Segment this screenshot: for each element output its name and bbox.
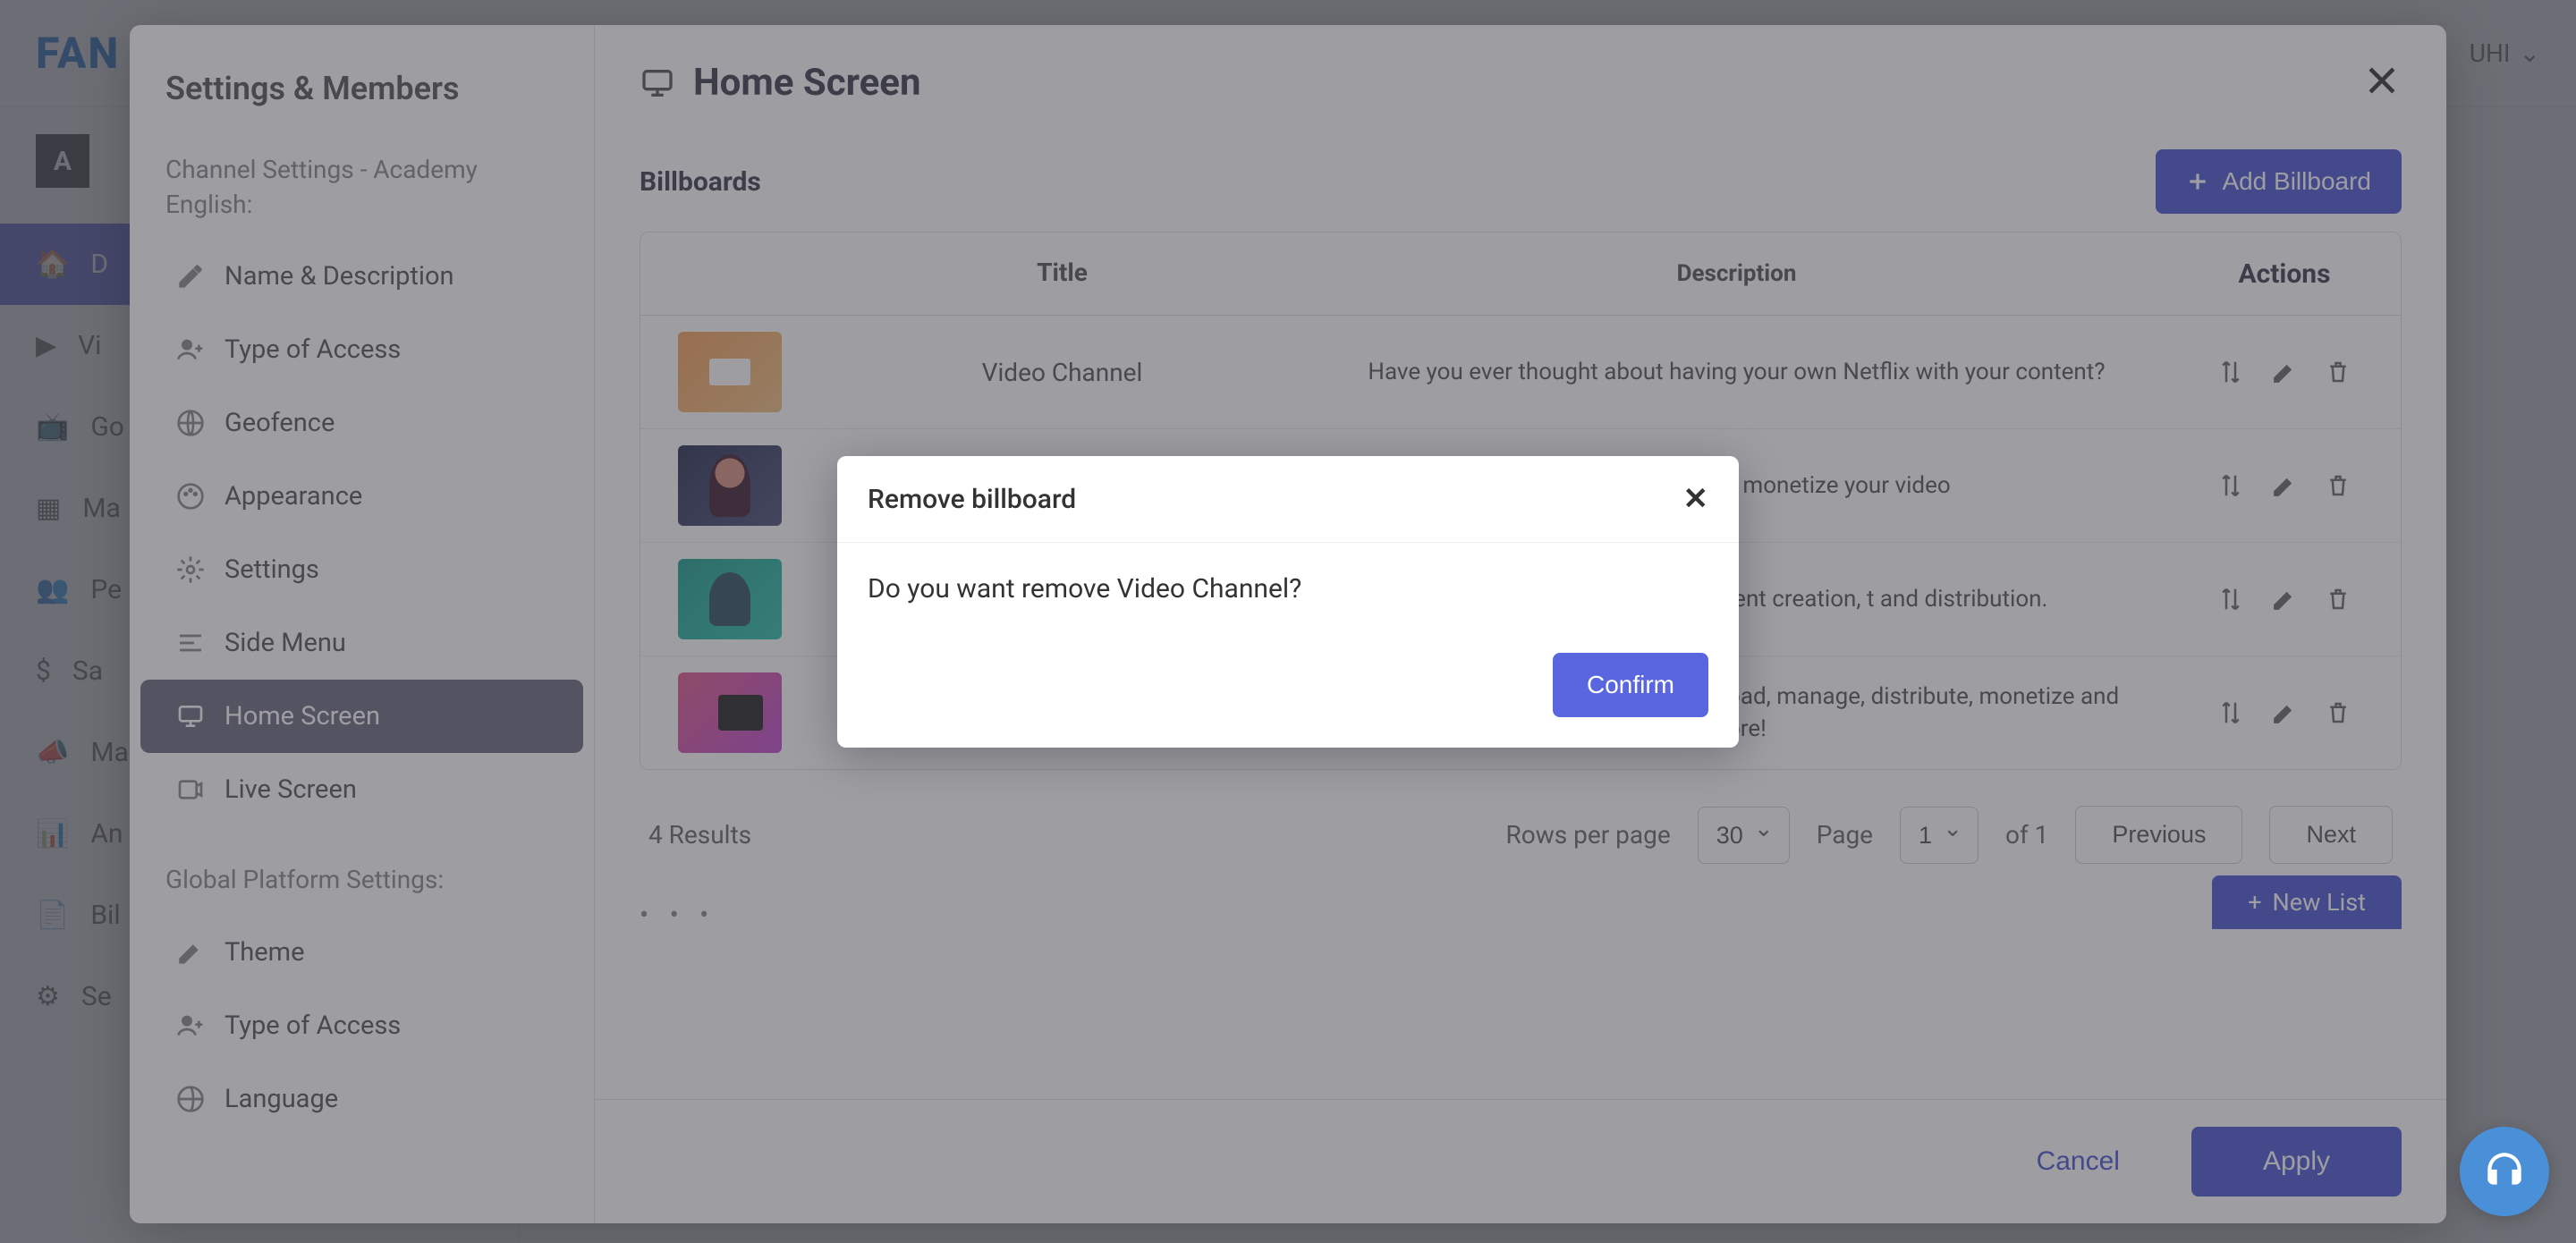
confirm-close-button[interactable]: ✕ xyxy=(1683,481,1709,517)
confirm-button[interactable]: Confirm xyxy=(1553,653,1708,717)
confirm-header: Remove billboard ✕ xyxy=(837,456,1739,543)
headset-icon xyxy=(2482,1149,2527,1194)
confirm-body: Do you want remove Video Channel? xyxy=(837,543,1739,635)
confirm-modal: Remove billboard ✕ Do you want remove Vi… xyxy=(837,456,1739,748)
confirm-footer: Confirm xyxy=(837,635,1739,748)
confirm-overlay: Remove billboard ✕ Do you want remove Vi… xyxy=(0,0,2576,1243)
confirm-title: Remove billboard xyxy=(868,484,1076,515)
support-fab[interactable] xyxy=(2460,1127,2549,1216)
